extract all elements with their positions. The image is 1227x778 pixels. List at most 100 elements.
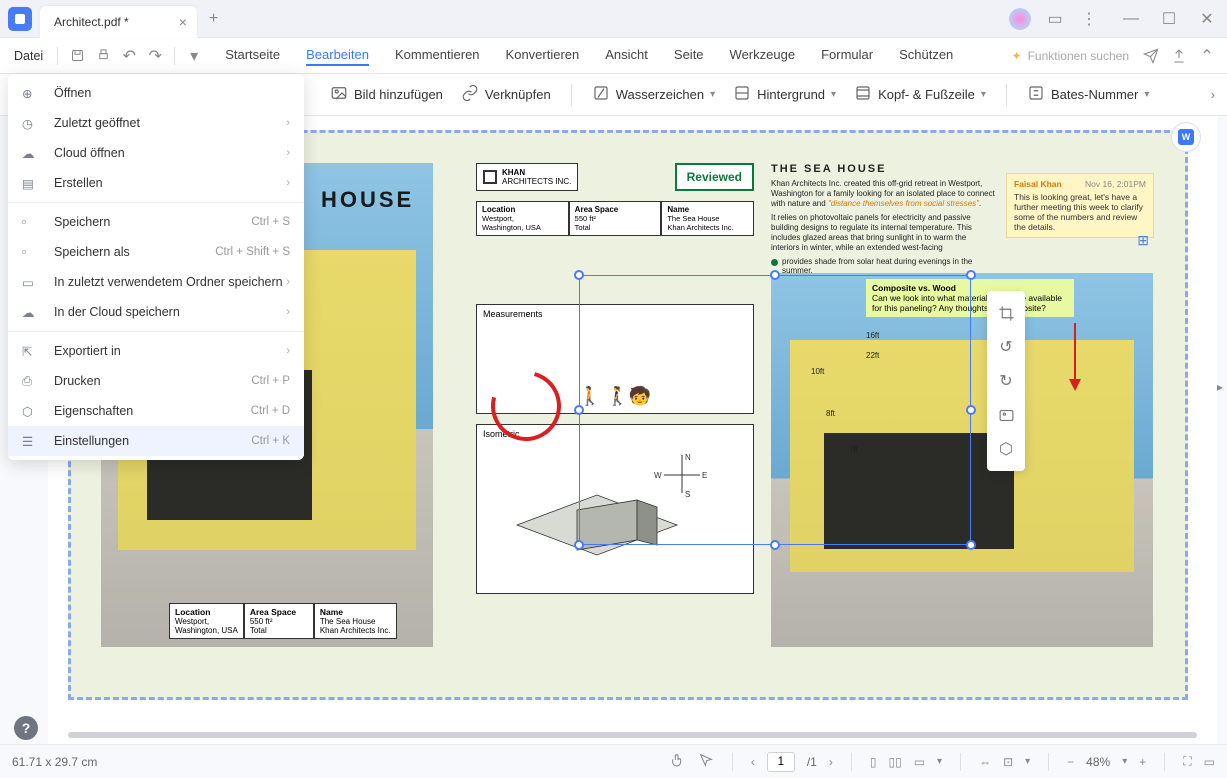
tab-formular[interactable]: Formular bbox=[821, 45, 873, 66]
resize-handle[interactable] bbox=[574, 540, 584, 550]
shortcut-label: Ctrl + K bbox=[251, 435, 290, 447]
minimize-icon[interactable]: — bbox=[1121, 9, 1141, 29]
function-search[interactable]: ✦ Funktionen suchen bbox=[1012, 49, 1135, 63]
menu-save[interactable]: ▫ Speichern Ctrl + S bbox=[8, 207, 304, 237]
header-footer-button[interactable]: Kopf- & Fußzeile ▾ bbox=[854, 84, 986, 105]
more-icon[interactable]: ⋮ bbox=[1079, 9, 1099, 29]
prev-page-icon[interactable]: ‹ bbox=[751, 755, 755, 769]
description-text: THE SEA HOUSE Khan Architects Inc. creat… bbox=[771, 163, 995, 275]
expand-icon[interactable]: ⌃ bbox=[1195, 44, 1219, 68]
fullscreen-icon[interactable]: ⛶ bbox=[1183, 754, 1191, 769]
resize-handle[interactable] bbox=[770, 270, 780, 280]
tab-konvertieren[interactable]: Konvertieren bbox=[506, 45, 580, 66]
continuous-page-icon[interactable]: ▯▯ bbox=[888, 755, 901, 769]
link-button[interactable]: Verknüpfen bbox=[461, 84, 551, 105]
folder-icon: ▭ bbox=[22, 275, 42, 290]
resize-handle[interactable] bbox=[966, 270, 976, 280]
tab-schuetzen[interactable]: Schützen bbox=[899, 45, 953, 66]
user-avatar[interactable] bbox=[1009, 8, 1031, 30]
hand-tool-icon[interactable] bbox=[670, 752, 686, 771]
add-note-icon[interactable]: ⊞ bbox=[1137, 232, 1149, 249]
chevron-right-icon: › bbox=[286, 276, 290, 288]
zoom-in-icon[interactable]: + bbox=[1139, 755, 1146, 769]
menu-export[interactable]: ⇱ Exportiert in › bbox=[8, 336, 304, 366]
save-quick-icon[interactable] bbox=[66, 45, 88, 67]
shortcut-label: Ctrl + S bbox=[251, 216, 290, 228]
sticky-author: Faisal Khan bbox=[1014, 179, 1062, 189]
menu-save-last-folder[interactable]: ▭ In zuletzt verwendetem Ordner speicher… bbox=[8, 267, 304, 297]
shortcut-label: Ctrl + P bbox=[251, 375, 290, 387]
tab-seite[interactable]: Seite bbox=[674, 45, 704, 66]
resize-handle[interactable] bbox=[966, 405, 976, 415]
next-page-icon[interactable]: › bbox=[829, 755, 833, 769]
resize-handle[interactable] bbox=[574, 405, 584, 415]
app-logo[interactable] bbox=[0, 0, 40, 38]
tab-ansicht[interactable]: Ansicht bbox=[605, 45, 648, 66]
chevron-down-icon[interactable]: ▾ bbox=[1025, 756, 1030, 767]
file-menu[interactable]: Datei bbox=[8, 49, 49, 63]
background-button[interactable]: Hintergrund ▾ bbox=[733, 84, 836, 105]
toolbar-scroll-right-icon[interactable]: › bbox=[1211, 87, 1215, 102]
chevron-down-icon[interactable]: ▾ bbox=[937, 756, 942, 767]
menu-print-label: Drucken bbox=[54, 374, 101, 388]
chevron-right-icon: › bbox=[286, 345, 290, 357]
read-mode-icon[interactable]: ▭ bbox=[1204, 755, 1215, 769]
file-dropdown: ⊕ Öffnen ◷ Zuletzt geöffnet › ☁ Cloud öf… bbox=[8, 74, 304, 460]
chevron-down-icon[interactable]: ▾ bbox=[1122, 756, 1127, 767]
send-icon[interactable] bbox=[1139, 44, 1163, 68]
tab-bearbeiten[interactable]: Bearbeiten bbox=[306, 45, 369, 66]
tab-werkzeuge[interactable]: Werkzeuge bbox=[730, 45, 796, 66]
tab-kommentieren[interactable]: Kommentieren bbox=[395, 45, 480, 66]
sticky-note[interactable]: Faisal Khan Nov 16, 2:01PM This is looki… bbox=[1006, 173, 1154, 238]
single-page-icon[interactable]: ▯ bbox=[870, 755, 877, 769]
fit-page-icon[interactable]: ⊡ bbox=[1003, 755, 1013, 769]
rotate-right-icon[interactable]: ↻ bbox=[996, 371, 1016, 391]
redo-icon[interactable]: ↷ bbox=[144, 45, 166, 67]
menu-create[interactable]: ▤ Erstellen › bbox=[8, 168, 304, 198]
bates-button[interactable]: Bates-Nummer ▾ bbox=[1027, 84, 1149, 105]
info-table-left: LocationWestport,Washington, USA Area Sp… bbox=[169, 603, 397, 639]
resize-handle[interactable] bbox=[966, 540, 976, 550]
menu-settings[interactable]: ☰ Einstellungen Ctrl + K bbox=[8, 426, 304, 456]
save-as-icon: ▫ bbox=[22, 245, 42, 259]
help-icon[interactable]: ? bbox=[14, 716, 38, 740]
fit-width-icon[interactable]: ⇔ bbox=[979, 755, 991, 769]
selection-box[interactable] bbox=[579, 275, 971, 545]
close-tab-icon[interactable]: × bbox=[179, 14, 187, 30]
tab-startseite[interactable]: Startseite bbox=[225, 45, 280, 66]
select-tool-icon[interactable] bbox=[698, 752, 714, 771]
menu-open[interactable]: ⊕ Öffnen bbox=[8, 78, 304, 108]
add-tab-icon[interactable]: + bbox=[209, 10, 218, 28]
separator bbox=[57, 47, 58, 65]
menu-recent[interactable]: ◷ Zuletzt geöffnet › bbox=[8, 108, 304, 138]
add-image-button[interactable]: Bild hinzufügen bbox=[330, 84, 443, 105]
page-input[interactable] bbox=[767, 752, 795, 772]
expand-panel-icon[interactable]: ▸ bbox=[1217, 380, 1223, 394]
crop-icon[interactable] bbox=[996, 303, 1016, 323]
two-page-icon[interactable]: ▭ bbox=[914, 755, 925, 769]
dropdown-toggle-icon[interactable]: ▾ bbox=[183, 45, 205, 67]
document-tab[interactable]: Architect.pdf * × bbox=[40, 6, 197, 38]
menu-properties[interactable]: ⬡ Eigenschaften Ctrl + D bbox=[8, 396, 304, 426]
replace-image-icon[interactable] bbox=[996, 405, 1016, 425]
menu-cloud-open[interactable]: ☁ Cloud öffnen › bbox=[8, 138, 304, 168]
maximize-icon[interactable]: ☐ bbox=[1159, 9, 1179, 29]
watermark-button[interactable]: Wasserzeichen ▾ bbox=[592, 84, 715, 105]
chevron-right-icon: › bbox=[286, 117, 290, 129]
menu-print[interactable]: ⎙ Drucken Ctrl + P bbox=[8, 366, 304, 396]
share-icon[interactable] bbox=[1167, 44, 1191, 68]
print-quick-icon[interactable] bbox=[92, 45, 114, 67]
menu-save-as[interactable]: ▫ Speichern als Ctrl + Shift + S bbox=[8, 237, 304, 267]
zoom-out-icon[interactable]: − bbox=[1067, 755, 1074, 769]
khan-logo: KHANARCHITECTS INC. bbox=[476, 163, 578, 191]
resize-handle[interactable] bbox=[574, 270, 584, 280]
image-settings-icon[interactable]: ⬡ bbox=[996, 439, 1016, 459]
resize-handle[interactable] bbox=[770, 540, 780, 550]
undo-icon[interactable]: ↶ bbox=[118, 45, 140, 67]
rotate-left-icon[interactable]: ↺ bbox=[996, 337, 1016, 357]
word-export-badge[interactable]: W bbox=[1171, 122, 1201, 152]
menu-save-cloud[interactable]: ☁ In der Cloud speichern › bbox=[8, 297, 304, 327]
open-icon: ⊕ bbox=[22, 86, 42, 101]
feedback-icon[interactable]: ▭ bbox=[1045, 9, 1065, 29]
close-window-icon[interactable]: ✕ bbox=[1197, 9, 1217, 29]
